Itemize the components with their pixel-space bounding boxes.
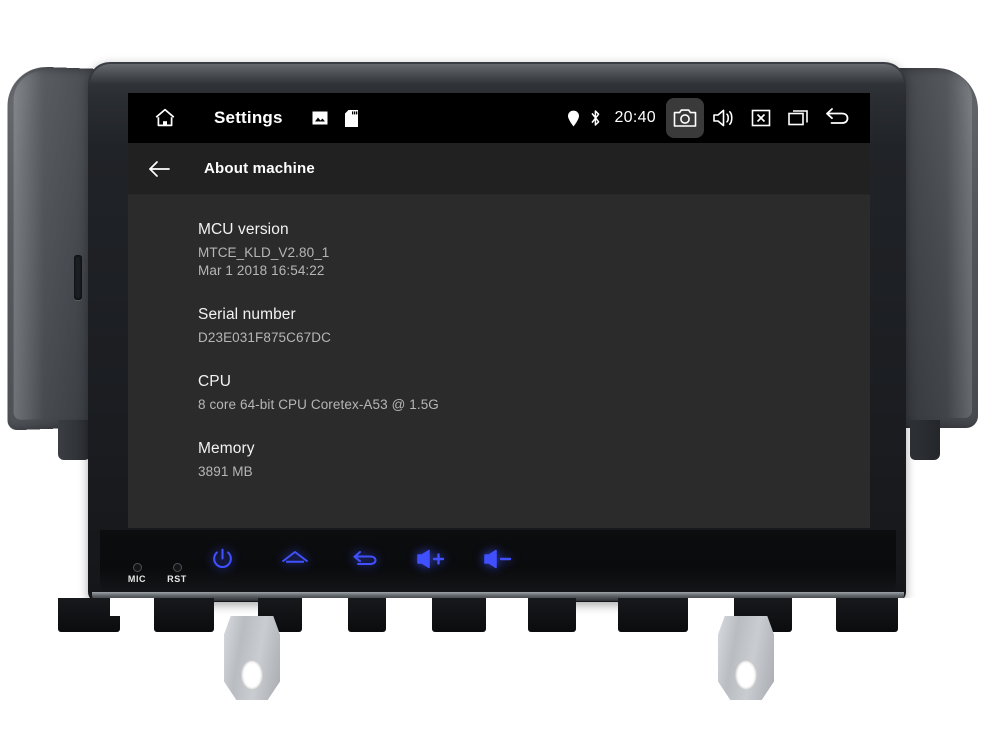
app-bar: About machine: [128, 143, 870, 195]
arrow-left-icon[interactable]: [146, 156, 172, 182]
reset-pinhole[interactable]: RST: [160, 563, 194, 584]
chassis-notch: [302, 598, 352, 616]
right-bezel-foot: [910, 420, 940, 460]
about-list: MCU version MTCE_KLD_V2.80_1 Mar 1 2018 …: [128, 195, 870, 528]
bluetooth-icon: [584, 106, 606, 130]
chassis-notch: [898, 598, 942, 616]
chassis-clip: [618, 598, 688, 632]
chassis-notch: [386, 598, 436, 616]
item-value: D23E031F875C67DC: [198, 329, 331, 345]
touchscreen-display[interactable]: Settings 20:40 About machine MCU version…: [128, 93, 870, 528]
list-item[interactable]: Serial number D23E031F875C67DC: [198, 306, 870, 347]
chassis-clip: [528, 598, 576, 632]
chassis-notch: [792, 598, 840, 616]
page-title: About machine: [204, 160, 315, 177]
volume-icon[interactable]: [704, 98, 742, 138]
status-bar-mini-icons: [309, 106, 363, 130]
recents-icon[interactable]: [780, 98, 818, 138]
home-icon[interactable]: [146, 98, 184, 138]
back-button[interactable]: [347, 544, 381, 574]
status-bar-left: Settings: [146, 98, 363, 138]
chassis-clip: [432, 598, 486, 632]
status-bar: Settings 20:40: [128, 93, 870, 143]
status-bar-clock: 20:40: [614, 109, 656, 126]
back-icon[interactable]: [818, 98, 856, 138]
list-item[interactable]: Memory 3891 MB: [198, 440, 870, 481]
car-head-unit: Settings 20:40 About machine MCU version…: [0, 0, 1000, 750]
status-bar-title: Settings: [214, 108, 283, 127]
reset-hole-icon[interactable]: [172, 563, 182, 572]
item-title: MCU version: [198, 221, 289, 238]
reset-label: RST: [167, 574, 187, 584]
location-pin-icon: [562, 106, 584, 130]
chassis-clip: [348, 598, 386, 632]
screenshot-root: Settings 20:40 About machine MCU version…: [0, 0, 1000, 750]
chassis-clip: [836, 598, 898, 632]
item-title: CPU: [198, 372, 232, 390]
chassis-notch: [110, 598, 158, 616]
mounting-bracket: [224, 616, 280, 700]
mounting-bracket: [718, 616, 774, 700]
left-bezel-slot: [74, 255, 82, 300]
mic-hole-icon: [132, 563, 142, 572]
screenshot-icon[interactable]: [666, 98, 704, 138]
mic-label: MIC: [127, 574, 147, 584]
bracket-hole: [735, 660, 757, 690]
volume-down-button[interactable]: [480, 544, 514, 574]
status-bar-right: 20:40: [562, 98, 856, 138]
chassis-notch: [486, 598, 532, 616]
chassis-notch: [688, 598, 740, 616]
hardware-button-strip: MIC RST: [100, 530, 896, 592]
mic-pinhole: MIC: [122, 563, 152, 584]
close-icon[interactable]: [742, 98, 780, 138]
power-button[interactable]: [205, 544, 239, 574]
list-item[interactable]: CPU 8 core 64-bit CPU Coretex-A53 @ 1.5G: [198, 373, 870, 414]
item-title: Memory: [198, 439, 255, 457]
left-bezel-foot: [58, 420, 90, 460]
rear-chassis: [58, 598, 942, 634]
home-button[interactable]: [278, 544, 312, 574]
item-value: 3891 MB: [198, 463, 253, 479]
sdcard-icon: [341, 106, 363, 130]
volume-up-button[interactable]: [413, 544, 447, 574]
item-value: 8 core 64-bit CPU Coretex-A53 @ 1.5G: [198, 396, 439, 412]
chassis-clip: [154, 598, 214, 632]
gallery-icon: [309, 106, 331, 130]
list-item[interactable]: MCU version MTCE_KLD_V2.80_1 Mar 1 2018 …: [198, 221, 870, 280]
item-value: MTCE_KLD_V2.80_1 Mar 1 2018 16:54:22: [198, 245, 330, 278]
item-title: Serial number: [198, 305, 296, 323]
bracket-hole: [241, 660, 263, 690]
